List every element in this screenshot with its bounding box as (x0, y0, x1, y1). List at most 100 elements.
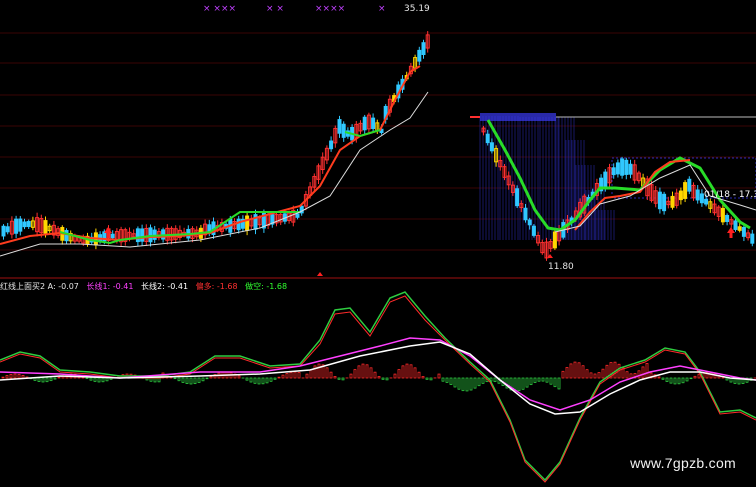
osc-bar (541, 377, 545, 382)
osc-bar (681, 377, 685, 384)
osc-bar (417, 371, 421, 379)
osc-bar (437, 373, 441, 379)
osc-bar (425, 377, 429, 380)
osc-bar (9, 374, 13, 379)
candle-body (737, 226, 742, 231)
candle-body (489, 142, 494, 152)
osc-bar (309, 369, 313, 379)
candle-body (699, 193, 704, 204)
osc-bar (481, 377, 485, 384)
shaded-band (470, 113, 756, 240)
osc-bar (293, 371, 297, 379)
osc-bar (205, 377, 209, 380)
osc-bar (677, 377, 681, 385)
osc-bar (97, 377, 101, 383)
osc-bar (289, 371, 293, 379)
osc-bar (265, 377, 269, 384)
candle-body (371, 117, 376, 129)
osc-bar (589, 372, 593, 379)
osc-bar (297, 372, 301, 379)
osc-bar (245, 377, 249, 381)
osc-bar (565, 367, 569, 379)
osc-bar (657, 376, 661, 379)
candle-body (43, 220, 48, 234)
candle-body (704, 198, 709, 205)
osc-bar (17, 373, 21, 379)
candle-body (531, 225, 536, 236)
osc-bar (373, 371, 377, 379)
osc-bar (465, 377, 469, 392)
candle-body (14, 218, 19, 234)
indicator-legend: 红线上面买2 A: -0.07 长线1: -0.41 长线2: -0.41 偏多… (0, 281, 292, 292)
osc-green-line (0, 291, 756, 482)
osc-bar (421, 376, 425, 379)
osc-bar (257, 377, 261, 385)
osc-bar (429, 377, 433, 381)
candle-body (527, 219, 532, 226)
osc-bar (413, 367, 417, 379)
osc-bar (325, 367, 329, 379)
osc-bar (517, 377, 521, 392)
osc-bar (353, 369, 357, 379)
osc-bar (661, 377, 665, 380)
osc-bar (457, 377, 461, 390)
candle-body (620, 158, 625, 176)
osc-bar (357, 365, 361, 379)
osc-bar (709, 371, 713, 379)
candle-body (552, 231, 557, 249)
candle-body (523, 207, 528, 221)
osc-bar (193, 377, 197, 385)
candle-body (417, 49, 422, 62)
osc-bar (537, 377, 541, 382)
osc-bar (573, 361, 577, 379)
osc-bar (397, 369, 401, 379)
candle-body (678, 190, 683, 201)
osc-bar (197, 377, 201, 383)
high-price-label: 35.19 (404, 4, 430, 14)
candle-body (670, 195, 675, 208)
osc-bar (613, 361, 617, 379)
candle-body (148, 227, 153, 243)
osc-bar (1, 376, 5, 379)
osc-bar (637, 370, 641, 379)
osc-bar (185, 377, 189, 384)
osc-bar (445, 377, 449, 383)
osc-bar (85, 377, 89, 379)
candle-body (26, 221, 31, 227)
candle-body (18, 218, 23, 232)
band-top-bar (480, 113, 556, 121)
osc-bar (365, 364, 369, 379)
osc-bar (189, 377, 193, 385)
osc-bar (449, 377, 453, 385)
candlesticks (1, 31, 755, 261)
candle-body (135, 228, 140, 243)
osc-bar (665, 377, 669, 382)
osc-bar (493, 377, 497, 382)
osc-bar (45, 377, 49, 383)
candle-body (140, 228, 145, 242)
osc-bar (685, 377, 689, 382)
osc-bar (641, 366, 645, 379)
osc-bar (37, 377, 41, 382)
osc-bar (453, 377, 457, 388)
osc-bar (645, 363, 649, 379)
candle-body (329, 140, 334, 150)
osc-bar (393, 373, 397, 379)
osc-bar (553, 377, 557, 388)
osc-bar (625, 371, 629, 379)
osc-bar (689, 377, 693, 380)
candle-body (624, 159, 629, 175)
osc-bar (5, 375, 9, 379)
range-label: 01/18 - 17.30 (704, 190, 756, 200)
osc-magenta-line (0, 337, 756, 411)
osc-bar (329, 371, 333, 379)
osc-bar (281, 374, 285, 379)
top-marker-2: × × (266, 4, 284, 14)
candle-body (362, 116, 367, 131)
candle-body (421, 42, 426, 55)
osc-bar (53, 377, 57, 380)
low-price-label: 11.80 (548, 262, 574, 272)
candle-body (628, 163, 633, 175)
candle-body (725, 214, 730, 222)
candle-body (615, 162, 620, 175)
